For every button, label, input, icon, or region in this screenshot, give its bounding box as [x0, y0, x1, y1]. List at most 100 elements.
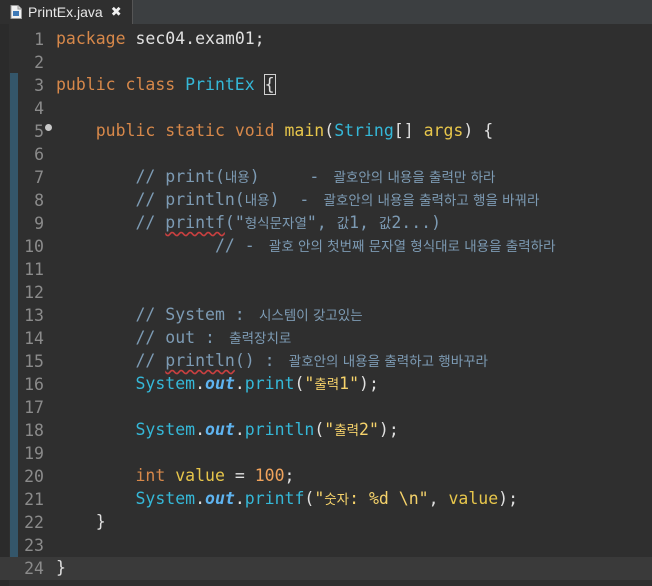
code-editor[interactable]: 1 package sec04.exam01; 2 3 public class Pri…: [0, 24, 652, 586]
code-line[interactable]: 24}: [0, 557, 652, 580]
code-line[interactable]: 23: [0, 534, 652, 557]
tab-title: PrintEx.java: [28, 4, 103, 20]
code-text[interactable]: // - 괄호 안의 첫번째 문자열 형식대로 내용을 출력하라: [56, 236, 556, 257]
code-token: print: [244, 374, 295, 393]
code-token: 형식문자열: [244, 216, 307, 232]
code-token: .: [234, 374, 245, 393]
code-text[interactable]: // println() : 괄호안의 내용을 출력하고 행바꾸라: [56, 351, 488, 372]
code-token: sec04.exam01;: [125, 29, 265, 48]
code-text[interactable]: public class PrintEx {: [56, 74, 276, 95]
code-token: );: [359, 374, 379, 393]
code-token: );: [498, 489, 519, 508]
code-line[interactable]: 22 }: [0, 511, 652, 534]
code-token: 출력장치로: [224, 331, 292, 347]
code-text[interactable]: // print(내용) - 괄호안의 내용을 출력만 하라: [56, 167, 495, 188]
code-token: int: [135, 466, 176, 485]
close-icon[interactable]: ✖: [111, 5, 122, 20]
code-text[interactable]: }: [56, 558, 66, 578]
code-token: (: [324, 121, 335, 140]
code-token: ": [304, 374, 315, 393]
line-number: 15: [24, 352, 44, 371]
code-token: ) -: [249, 167, 330, 186]
line-number: 24: [24, 559, 44, 578]
tab-printex-java[interactable]: PrintEx.java ✖: [0, 0, 133, 24]
line-number: 4: [34, 99, 44, 118]
code-text[interactable]: package sec04.exam01;: [56, 29, 265, 49]
line-number: 8: [34, 191, 44, 210]
code-token: .: [195, 489, 206, 508]
code-line[interactable]: 14 // out : 출력장치로: [0, 327, 652, 350]
code-text[interactable]: // printf("형식문자열", 값1, 값2...): [56, 213, 441, 234]
code-token: }: [56, 558, 66, 577]
code-token: // System :: [56, 305, 255, 324]
code-token: 2...): [391, 213, 442, 232]
code-text[interactable]: System.out.println("출력2");: [56, 420, 399, 441]
code-token: ",: [306, 213, 337, 232]
code-token: .: [234, 489, 245, 508]
code-token: value: [448, 489, 499, 508]
code-line[interactable]: 7 // print(내용) - 괄호안의 내용을 출력만 하라: [0, 166, 652, 189]
code-text[interactable]: }: [56, 512, 106, 532]
code-token: out: [205, 489, 235, 508]
code-token: (: [314, 420, 325, 439]
line-number: 2: [34, 53, 44, 72]
code-line[interactable]: 8 // println(내용) - 괄호안의 내용을 출력하고 행을 바꿔라: [0, 189, 652, 212]
code-token: ) {: [463, 121, 494, 140]
code-token: 1,: [349, 213, 379, 232]
code-line[interactable]: 9 // printf("형식문자열", 값1, 값2...): [0, 212, 652, 235]
code-token: (: [304, 489, 315, 508]
code-token: 내용: [224, 170, 250, 186]
code-text[interactable]: System.out.print("출력1");: [56, 374, 379, 395]
code-token: ": [314, 489, 325, 508]
code-token: 출력: [314, 377, 340, 393]
code-text[interactable]: // out : 출력장치로: [56, 328, 291, 349]
code-text[interactable]: public static void main(String[] args) {: [56, 121, 493, 141]
code-line[interactable]: 2: [0, 51, 652, 74]
code-line[interactable]: 20 int value = 100;: [0, 465, 652, 488]
code-token: 숫자: [324, 492, 350, 508]
code-line[interactable]: 19: [0, 442, 652, 465]
code-line[interactable]: 3 public class PrintEx {: [0, 74, 652, 97]
code-line[interactable]: 4: [0, 97, 652, 120]
code-line[interactable]: 17: [0, 396, 652, 419]
code-line[interactable]: 1 package sec04.exam01;: [0, 28, 652, 51]
code-token: {: [263, 74, 276, 95]
line-number: 3: [34, 76, 44, 95]
fold-collapse-icon[interactable]: [45, 124, 52, 131]
code-line[interactable]: 21 System.out.printf("숫자: %d \n", value)…: [0, 488, 652, 511]
code-line[interactable]: 15 // println() : 괄호안의 내용을 출력하고 행바꾸라: [0, 350, 652, 373]
code-line[interactable]: 12: [0, 281, 652, 304]
code-line[interactable]: 18 System.out.println("출력2");: [0, 419, 652, 442]
code-line[interactable]: 11: [0, 258, 652, 281]
code-line[interactable]: 13 // System : 시스템이 갖고있는: [0, 304, 652, 327]
line-number: 10: [24, 237, 44, 256]
code-token: out: [205, 420, 235, 439]
line-number: 6: [34, 145, 44, 164]
code-token: main: [284, 121, 325, 140]
code-token: // out :: [56, 328, 225, 347]
code-line[interactable]: 6: [0, 143, 652, 166]
code-line[interactable]: 5 public static void main(String[] args)…: [0, 120, 652, 143]
code-line[interactable]: 10 // - 괄호 안의 첫번째 문자열 형식대로 내용을 출력하라: [0, 235, 652, 258]
code-token: //: [56, 213, 166, 232]
code-token: System: [135, 420, 196, 439]
line-number: 5: [34, 122, 44, 141]
code-token: PrintEx: [185, 75, 255, 94]
code-token: 100: [254, 466, 285, 485]
code-text[interactable]: // System : 시스템이 갖고있는: [56, 305, 362, 326]
code-text[interactable]: int value = 100;: [56, 466, 294, 486]
line-number: 9: [34, 214, 44, 233]
code-line[interactable]: 16 System.out.print("출력1");: [0, 373, 652, 396]
code-token: );: [378, 420, 399, 439]
code-token: 2": [359, 420, 379, 439]
code-text[interactable]: System.out.printf("숫자: %d \n", value);: [56, 489, 518, 510]
code-token: package: [56, 29, 126, 48]
line-number: 17: [24, 398, 44, 417]
code-text[interactable]: // println(내용) - 괄호안의 내용을 출력하고 행을 바꿔라: [56, 190, 539, 211]
line-number: 22: [24, 513, 44, 532]
code-token: : %d \n": [349, 489, 429, 508]
